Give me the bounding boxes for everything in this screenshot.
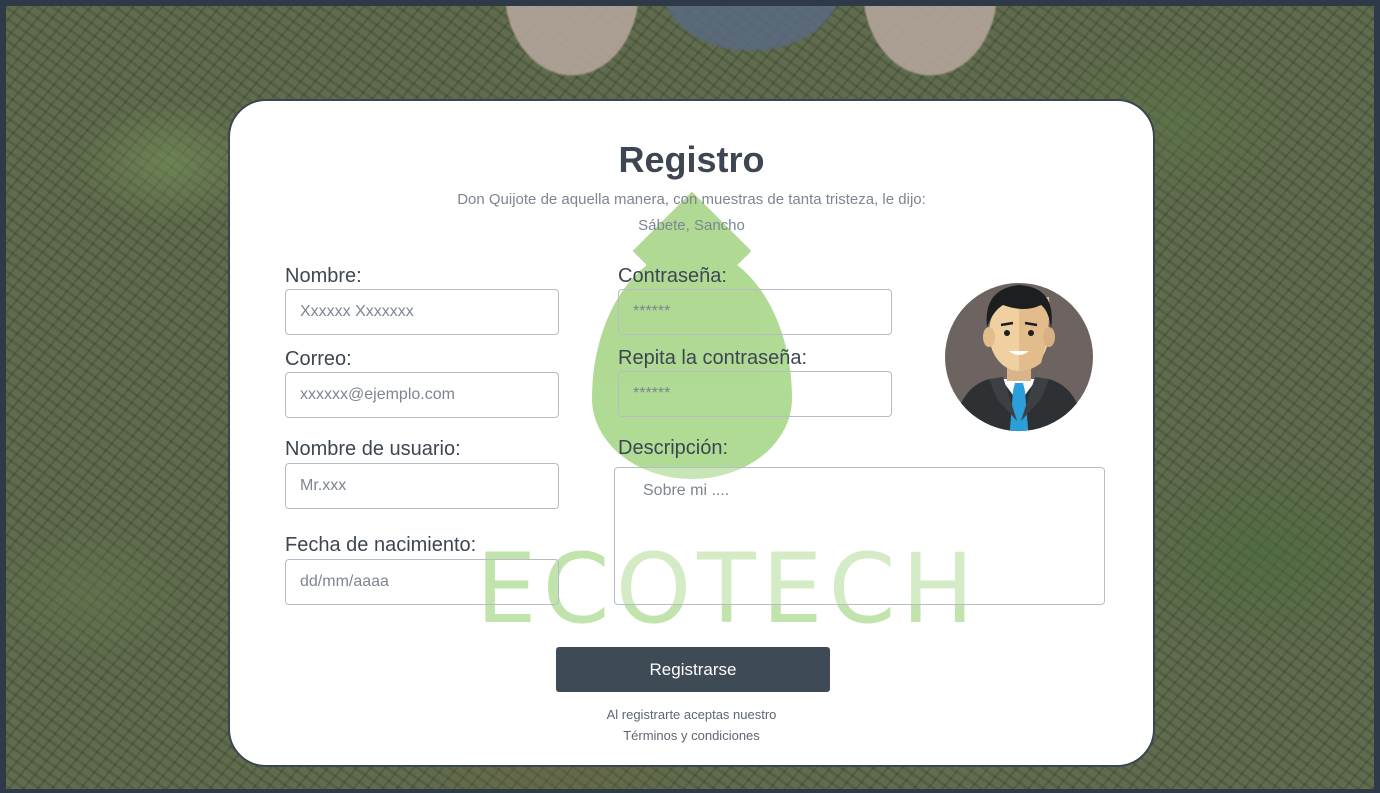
description-textarea[interactable] (614, 467, 1105, 605)
nacimiento-label: Fecha de nacimiento: (285, 534, 477, 556)
username-input[interactable] (285, 463, 559, 509)
descripcion-label: Descripción: (618, 437, 729, 459)
usuario-label: Nombre de usuario: (285, 438, 461, 460)
register-button[interactable]: Registrarse (556, 647, 830, 692)
contrasena-label: Contraseña: (618, 265, 727, 287)
subtitle-line-1: Don Quijote de aquella manera, con muest… (457, 191, 926, 208)
email-input[interactable] (285, 372, 559, 418)
birthdate-input[interactable] (285, 559, 559, 605)
confirm-password-input[interactable] (618, 371, 892, 417)
background-photo: ECOTECH Registro Don Quijote de aquella … (6, 6, 1374, 789)
page-subtitle: Don Quijote de aquella manera, con muest… (230, 187, 1153, 239)
registration-card: ECOTECH Registro Don Quijote de aquella … (228, 99, 1155, 767)
terms-link[interactable]: Términos y condiciones (230, 725, 1153, 746)
nombre-label: Nombre: (285, 265, 362, 287)
page-title: Registro (618, 139, 765, 180)
subtitle-line-2: Sábete, Sancho (638, 217, 745, 234)
password-input[interactable] (618, 289, 892, 335)
terms-text: Al registrarte aceptas nuestro (606, 707, 777, 722)
terms-notice: Al registrarte aceptas nuestro Términos … (230, 704, 1153, 746)
avatar-image[interactable] (945, 271, 1093, 431)
nombre-input[interactable] (285, 289, 559, 335)
repetir-label: Repita la contraseña: (618, 347, 808, 369)
correo-label: Correo: (285, 348, 352, 370)
